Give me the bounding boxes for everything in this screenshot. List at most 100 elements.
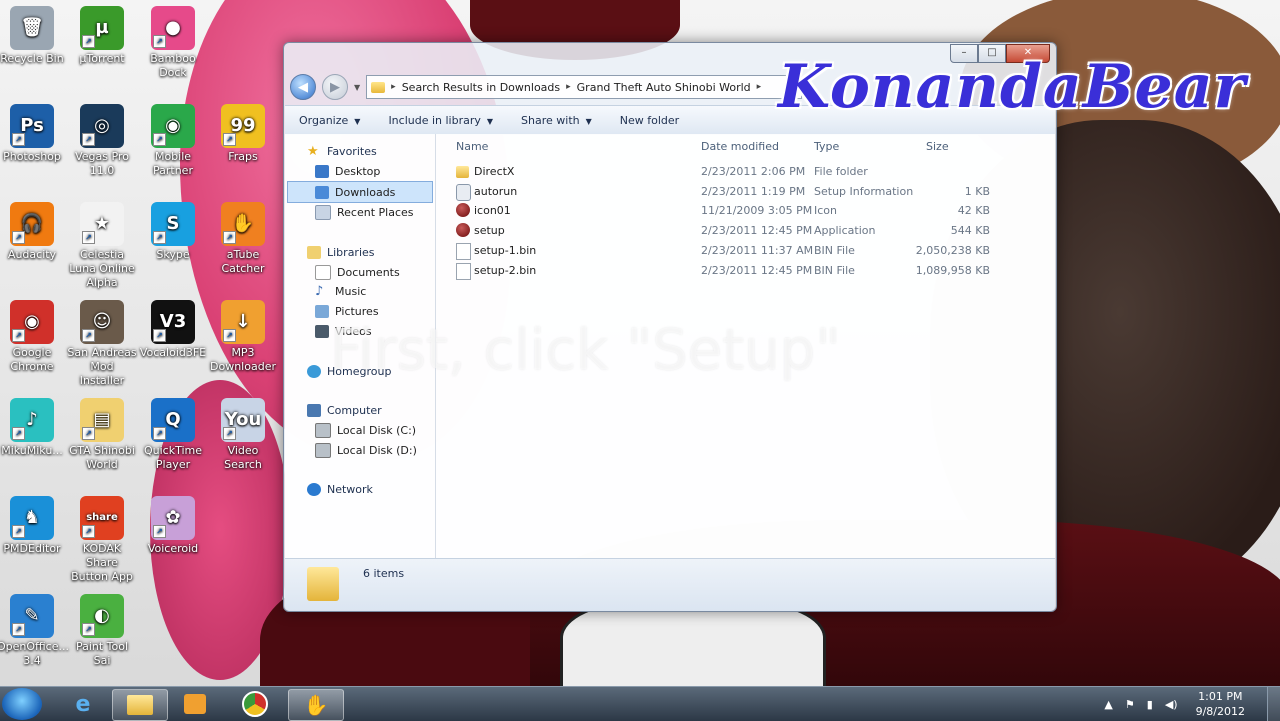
desktop-icon-paint-tool-sai[interactable]: ◐ ↗ Paint Tool Sai: [67, 594, 137, 668]
include-in-library-button[interactable]: Include in library ▼: [374, 114, 507, 127]
hard-drive-icon: [315, 422, 331, 438]
desktop-icon-bamboo-dock[interactable]: ● ↗ Bamboo Dock: [138, 6, 208, 80]
desktop-icon-google-chrome[interactable]: ◉ ↗ Google Chrome: [0, 300, 67, 374]
fraps-icon: 99 ↗: [221, 104, 265, 148]
icon-glyph: ◎: [94, 115, 110, 136]
desktop-icon-pmdeditor[interactable]: ♞ ↗ PMDEditor: [0, 496, 67, 556]
desktop-icon-atube-catcher[interactable]: ✋ ↗ aTube Catcher: [208, 202, 278, 276]
chevron-right-icon[interactable]: ▸: [566, 82, 571, 92]
desktop-icon-label: Fraps: [228, 150, 258, 163]
nav-network[interactable]: Network: [285, 480, 435, 500]
desktop-icon-mikumiku[interactable]: ♪ ↗ MikuMiku...: [0, 398, 67, 458]
desktop-icon-audacity[interactable]: 🎧 ↗ Audacity: [0, 202, 67, 262]
desktop-icon-label: Vegas Pro 11.0: [75, 150, 129, 177]
desktop-icon-vocaloid3fe[interactable]: V3 ↗ Vocaloid3FE: [138, 300, 208, 360]
nav-libraries[interactable]: Libraries: [285, 243, 435, 263]
desktop-icon-label: aTube Catcher: [221, 248, 265, 275]
new-folder-button[interactable]: New folder: [606, 114, 693, 127]
file-row[interactable]: setup-2.bin 2/23/2011 12:45 PM BIN File 1,0…: [436, 261, 1055, 281]
desktop-icon-fraps[interactable]: 99 ↗ Fraps: [208, 104, 278, 164]
file-row[interactable]: DirectX 2/23/2011 2:06 PM File folder: [436, 162, 1055, 182]
nav-downloads[interactable]: Downloads: [287, 181, 433, 204]
desktop-icon-kodak-share-button-app[interactable]: share ↗ KODAK Share Button App: [67, 496, 137, 584]
share-with-button[interactable]: Share with ▼: [507, 114, 606, 127]
start-button[interactable]: [2, 688, 42, 720]
desktop-icon-vegas-pro-11-0[interactable]: ◎ ↗ Vegas Pro 11.0: [67, 104, 137, 178]
taskbar-atube-catcher[interactable]: ✋: [288, 689, 344, 721]
column-header-date[interactable]: Date modified: [701, 140, 779, 153]
volume-icon[interactable]: ◀): [1165, 698, 1178, 711]
nav-music[interactable]: ♪ Music: [285, 282, 435, 302]
red-ball-icon: [456, 223, 470, 238]
breadcrumb-search-results[interactable]: Search Results in Downloads: [402, 81, 560, 94]
taskbar-chrome[interactable]: [228, 689, 282, 719]
desktop-icon-skype[interactable]: S ↗ Skype: [138, 202, 208, 262]
forward-button[interactable]: ▶: [322, 74, 348, 100]
file-date: 2/23/2011 2:06 PM: [701, 165, 806, 178]
shortcut-arrow-icon: ↗: [223, 329, 236, 342]
desktop-icon-openoffice-3-4[interactable]: ✎ ↗ OpenOffice... 3.4: [0, 594, 69, 668]
file-row[interactable]: icon01 11/21/2009 3:05 PM Icon 42 KB: [436, 201, 1055, 221]
chevron-right-icon[interactable]: ▸: [391, 82, 396, 92]
file-size: 544 KB: [950, 224, 990, 238]
pmdeditor-icon: ♞ ↗: [10, 496, 54, 540]
bamboo-dock-icon: ● ↗: [151, 6, 195, 50]
desktop-icon-voiceroid[interactable]: ✿ ↗ Voiceroid: [138, 496, 208, 556]
recent-pages-dropdown[interactable]: ▼: [354, 83, 360, 92]
icon-glyph: ◉: [24, 311, 40, 332]
nav-desktop[interactable]: Desktop: [285, 162, 435, 182]
action-center-icon[interactable]: ⚑: [1125, 698, 1135, 711]
computer-icon: [307, 404, 321, 418]
file-row[interactable]: autorun 2/23/2011 1:19 PM Setup Informatio…: [436, 182, 1055, 202]
network-signal-icon[interactable]: ▮: [1147, 698, 1153, 711]
back-button[interactable]: ◀: [290, 74, 316, 100]
nav-favorites[interactable]: ★ Favorites: [285, 142, 435, 162]
desktop-icon-label: MP3 Downloader: [210, 346, 276, 373]
nav-homegroup[interactable]: Homegroup: [285, 361, 435, 381]
show-desktop-button[interactable]: [1267, 687, 1280, 721]
nav-disk-d[interactable]: Local Disk (D:): [285, 440, 435, 460]
desktop-icon-recycle-bin[interactable]: 🗑 Recycle Bin: [0, 6, 67, 66]
desktop-icon-celestia-luna-online-alpha[interactable]: ★ ↗ Celestia Luna Online Alpha: [67, 202, 137, 290]
google-chrome-icon: ◉ ↗: [10, 300, 54, 344]
show-hidden-icons[interactable]: ▲: [1104, 698, 1112, 711]
desktop-icon-gta-shinobi-world[interactable]: ▤ ↗ GTA Shinobi World: [67, 398, 137, 472]
file-row[interactable]: setup 2/23/2011 12:45 PM Application 544 KB: [436, 221, 1055, 241]
address-bar[interactable]: ▸ Search Results in Downloads ▸ Grand Th…: [366, 75, 803, 99]
shortcut-arrow-icon: ↗: [82, 231, 95, 244]
nav-pictures[interactable]: Pictures: [285, 302, 435, 322]
chevron-right-icon[interactable]: ▸: [757, 82, 762, 92]
column-header-size[interactable]: Size: [926, 140, 949, 153]
desktop-icon-mp3-downloader[interactable]: ↓ ↗ MP3 Downloader: [208, 300, 278, 374]
desktop-icon-label: San Andreas Mod Installer: [67, 346, 137, 387]
hard-drive-icon: [315, 442, 331, 458]
desktop-icon-video-search[interactable]: You ↗ Video Search: [208, 398, 278, 472]
celestia-luna-online-alpha-icon: ★ ↗: [80, 202, 124, 246]
nav-recent-places[interactable]: Recent Places: [285, 203, 435, 223]
desktop-icon-photoshop[interactable]: Ps ↗ Photoshop: [0, 104, 67, 164]
taskbar-media-player[interactable]: [168, 689, 222, 719]
nav-videos[interactable]: Videos: [285, 322, 435, 342]
breadcrumb-gta-shinobi[interactable]: Grand Theft Auto Shinobi World: [577, 81, 751, 94]
star-icon: ★: [307, 144, 319, 160]
nav-documents[interactable]: Documents: [285, 262, 435, 282]
column-header-type[interactable]: Type: [814, 140, 839, 153]
taskbar-internet-explorer[interactable]: e: [56, 689, 110, 719]
desktop-icon-san-andreas-mod-installer[interactable]: ☺ ↗ San Andreas Mod Installer: [67, 300, 137, 388]
file-icon: [456, 262, 471, 280]
desktop-icon-torrent[interactable]: µ ↗ µTorrent: [67, 6, 137, 66]
mikumiku-icon: ♪ ↗: [10, 398, 54, 442]
clock[interactable]: 1:01 PM 9/8/2012: [1196, 689, 1245, 719]
shortcut-arrow-icon: ↗: [153, 133, 166, 146]
desktop-icon-label: Video Search: [224, 444, 262, 471]
shortcut-arrow-icon: ↗: [153, 231, 166, 244]
column-header-name[interactable]: Name: [456, 140, 488, 153]
desktop-icon-quicktime-player[interactable]: Q ↗ QuickTime Player: [138, 398, 208, 472]
nav-computer[interactable]: Computer: [285, 401, 435, 421]
organize-button[interactable]: Organize ▼: [285, 114, 374, 127]
file-row[interactable]: setup-1.bin 2/23/2011 11:37 AM BIN File 2,0…: [436, 241, 1055, 261]
desktop-icon-mobile-partner[interactable]: ◉ ↗ Mobile Partner: [138, 104, 208, 178]
video-search-icon: You ↗: [221, 398, 265, 442]
nav-disk-c[interactable]: Local Disk (C:): [285, 421, 435, 441]
taskbar-explorer[interactable]: [112, 689, 168, 721]
